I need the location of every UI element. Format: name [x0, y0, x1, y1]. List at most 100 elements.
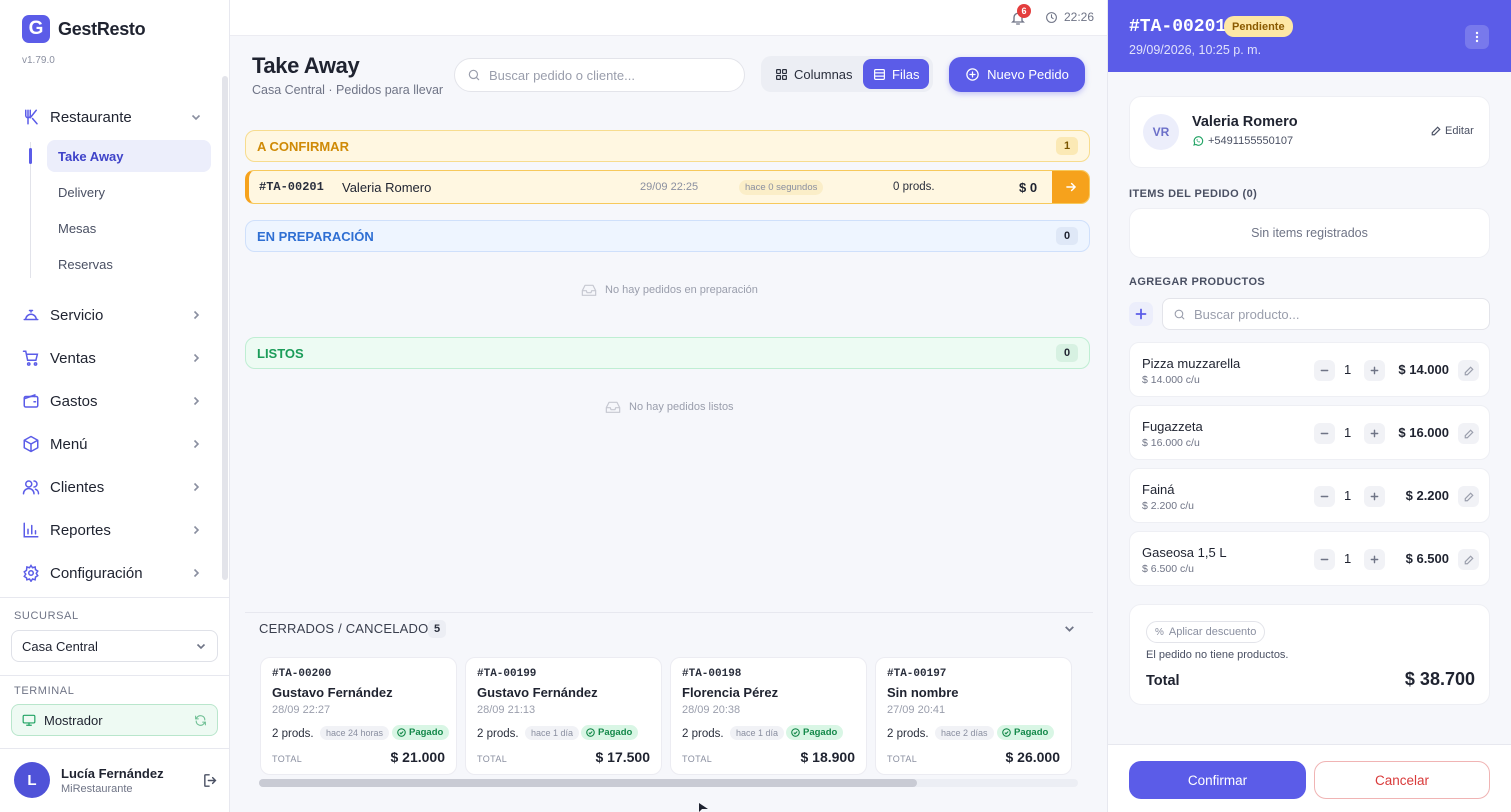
increase-qty-button[interactable] — [1364, 423, 1385, 444]
sidebar-group-servicio[interactable]: Servicio — [22, 300, 202, 330]
advance-order-button[interactable] — [1052, 171, 1089, 203]
sidebar-group-reportes[interactable]: Reportes — [22, 515, 202, 545]
empty-message: No hay pedidos listos — [629, 401, 734, 413]
card-total-label: TOTAL — [272, 754, 303, 764]
sidebar-scrollbar[interactable] — [222, 76, 228, 580]
decrease-qty-button[interactable] — [1314, 423, 1335, 444]
edit-customer-button[interactable]: Editar — [1431, 125, 1474, 137]
edit-product-button[interactable] — [1458, 360, 1479, 381]
card-elapsed: hace 24 horas — [320, 726, 390, 740]
product-row: Fugazzeta $ 16.000 c/u 1 $ 16.000 — [1129, 405, 1490, 460]
card-products: 2 prods. — [887, 728, 929, 740]
apply-discount-button[interactable]: % Aplicar descuento — [1146, 621, 1266, 643]
card-products: 2 prods. — [682, 728, 724, 740]
decrease-qty-button[interactable] — [1314, 486, 1335, 507]
plus-icon — [1135, 308, 1147, 320]
sidebar-group-configuracion[interactable]: Configuración — [22, 558, 202, 588]
cancel-button[interactable]: Cancelar — [1314, 761, 1490, 799]
closed-order-card[interactable]: #TA-00197 Sin nombre 27/09 20:41 2 prods… — [875, 657, 1072, 775]
sidebar-group-restaurante[interactable]: Restaurante — [22, 102, 202, 132]
section-count: 0 — [1056, 227, 1078, 245]
chevron-down-icon[interactable] — [1063, 622, 1076, 635]
total-label: Total — [1146, 673, 1180, 689]
pencil-icon — [1464, 365, 1474, 375]
closed-order-card[interactable]: #TA-00199 Gustavo Fernández 28/09 21:13 … — [465, 657, 662, 775]
chevron-right-icon — [193, 353, 200, 363]
card-datetime: 28/09 20:38 — [682, 704, 741, 716]
sidebar-group-menu[interactable]: Menú — [22, 429, 202, 459]
search-placeholder: Buscar pedido o cliente... — [489, 67, 635, 83]
product-name: Fugazzeta — [1142, 419, 1203, 434]
card-customer: Florencia Pérez — [682, 685, 779, 700]
terminal-value: Mostrador — [44, 712, 103, 728]
decrease-qty-button[interactable] — [1314, 549, 1335, 570]
increase-qty-button[interactable] — [1364, 486, 1385, 507]
sidebar-item-mesas[interactable]: Mesas — [47, 212, 211, 244]
sidebar-group-label: Reportes — [50, 521, 111, 539]
app-logo[interactable]: G GestResto — [22, 15, 146, 43]
product-search-input[interactable]: Buscar producto... — [1162, 298, 1490, 330]
empty-message: No hay pedidos en preparación — [605, 284, 758, 296]
more-vertical-icon — [1475, 31, 1479, 43]
pending-order-row[interactable]: #TA-00201 Valeria Romero 29/09 22:25 hac… — [245, 170, 1090, 204]
inbox-icon — [581, 284, 597, 296]
decrease-qty-button[interactable] — [1314, 360, 1335, 381]
wallet-icon — [23, 393, 39, 408]
card-products: 2 prods. — [272, 728, 314, 740]
edit-product-button[interactable] — [1458, 486, 1479, 507]
whatsapp-icon — [1193, 136, 1204, 146]
sidebar-item-reservas[interactable]: Reservas — [47, 248, 211, 280]
sidebar-item-take-away[interactable]: Take Away — [47, 140, 211, 172]
branch-select[interactable]: Casa Central — [11, 630, 218, 662]
card-total: $ 26.000 — [1005, 749, 1061, 765]
increase-qty-button[interactable] — [1364, 360, 1385, 381]
sidebar-group-clientes[interactable]: Clientes — [22, 472, 202, 502]
new-order-button[interactable]: Nuevo Pedido — [949, 57, 1085, 92]
confirm-button[interactable]: Confirmar — [1129, 761, 1306, 799]
closed-order-card[interactable]: #TA-00198 Florencia Pérez 28/09 20:38 2 … — [670, 657, 867, 775]
users-icon — [22, 480, 40, 495]
closed-order-card[interactable]: #TA-00200 Gustavo Fernández 28/09 22:27 … — [260, 657, 457, 775]
user-profile[interactable]: L Lucía Fernández MiRestaurante — [14, 762, 219, 798]
items-section-label: ITEMS DEL PEDIDO (0) — [1129, 188, 1258, 200]
refresh-icon[interactable] — [194, 714, 207, 727]
sidebar-group-gastos[interactable]: Gastos — [22, 386, 202, 416]
section-a-confirmar[interactable]: A CONFIRMAR 1 — [245, 130, 1090, 162]
closed-section-title[interactable]: CERRADOS / CANCELADOS — [259, 621, 437, 636]
customer-phone[interactable]: +5491155550107 — [1192, 135, 1293, 147]
logout-icon[interactable] — [202, 772, 219, 789]
order-amount: $ 0 — [1019, 179, 1038, 195]
terminal-select[interactable]: Mostrador — [11, 704, 218, 736]
sidebar-group-label: Ventas — [50, 349, 96, 367]
add-product-button[interactable] — [1129, 302, 1153, 326]
cards-scrollbar-thumb[interactable] — [259, 779, 917, 787]
edit-product-button[interactable] — [1458, 423, 1479, 444]
panel-order-id: #TA-00201 — [1129, 17, 1227, 37]
edit-product-button[interactable] — [1458, 549, 1479, 570]
order-search-input[interactable]: Buscar pedido o cliente... — [454, 58, 745, 92]
section-title: LISTOS — [257, 345, 304, 361]
closed-count: 5 — [428, 620, 446, 638]
order-elapsed: hace 0 segundos — [739, 179, 824, 195]
paid-label: Pagado — [803, 727, 838, 738]
section-title: A CONFIRMAR — [257, 138, 349, 154]
card-total: $ 21.000 — [390, 749, 446, 765]
chevron-down-icon — [191, 114, 201, 121]
plus-icon — [1370, 366, 1379, 375]
view-columns-button[interactable]: Columnas — [765, 59, 863, 89]
chevron-right-icon — [193, 525, 200, 535]
paid-badge: Pagado — [581, 725, 639, 740]
section-en-preparacion[interactable]: EN PREPARACIÓN 0 — [245, 220, 1090, 252]
section-listos[interactable]: LISTOS 0 — [245, 337, 1090, 369]
arrow-right-icon — [1065, 182, 1076, 192]
sidebar-group-label: Configuración — [50, 564, 143, 582]
product-unit-price: $ 16.000 c/u — [1142, 437, 1200, 449]
card-elapsed: hace 1 día — [525, 726, 580, 740]
sidebar-item-delivery[interactable]: Delivery — [47, 176, 211, 208]
panel-menu-button[interactable] — [1465, 25, 1489, 49]
card-customer: Sin nombre — [887, 685, 959, 700]
sidebar-group-ventas[interactable]: Ventas — [22, 343, 202, 373]
increase-qty-button[interactable] — [1364, 549, 1385, 570]
plus-circle-icon — [966, 68, 979, 81]
view-rows-button[interactable]: Filas — [863, 59, 930, 89]
